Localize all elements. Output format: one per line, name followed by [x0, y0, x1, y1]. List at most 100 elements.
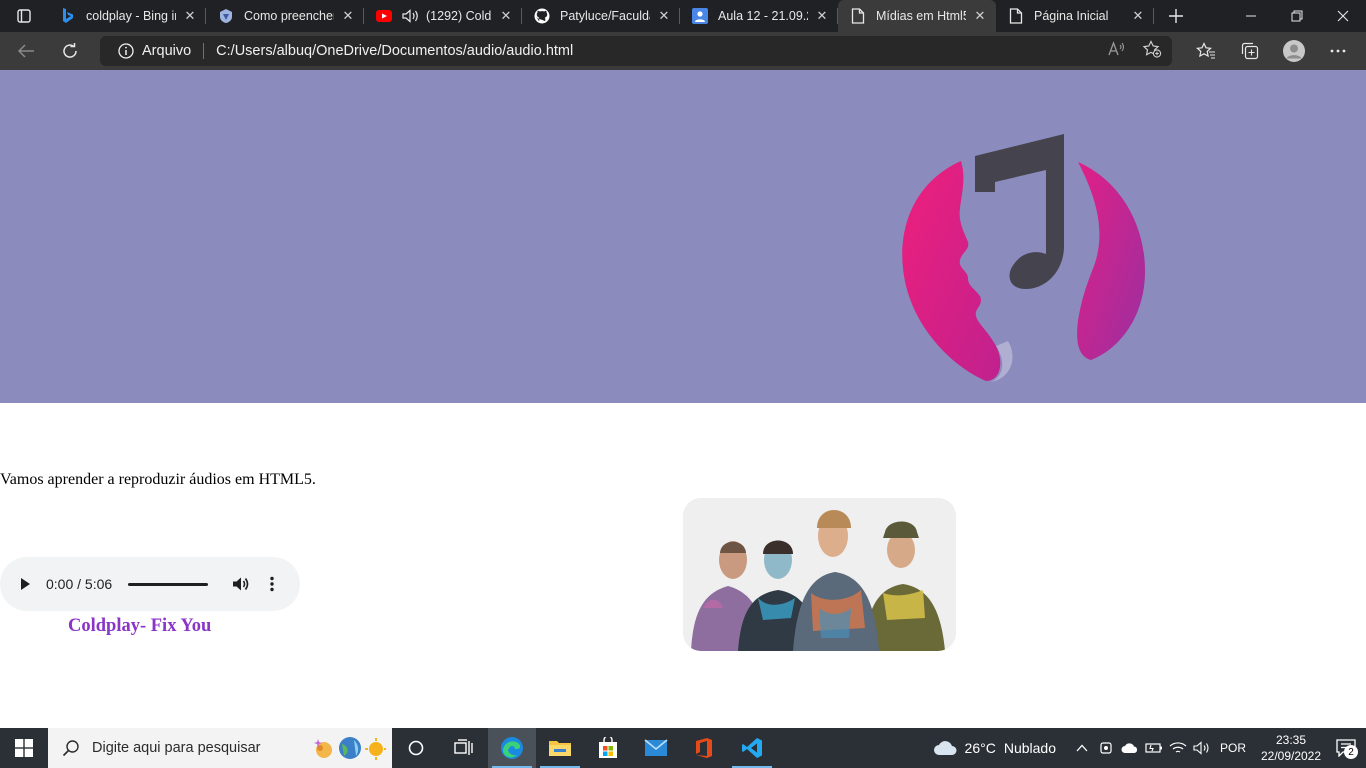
- song-title: Coldplay- Fix You: [68, 616, 212, 636]
- edge-icon: [501, 737, 523, 759]
- audio-time: 0:00 / 5:06: [46, 576, 113, 592]
- weather-temperature: 26°C: [964, 740, 996, 756]
- close-icon: [1337, 10, 1349, 22]
- info-icon: [118, 43, 134, 59]
- browser-tab-active[interactable]: Mídias em Html5 ✕: [838, 0, 996, 32]
- app-icon: [218, 8, 234, 24]
- audio-player: 0:00 / 5:06: [0, 557, 300, 611]
- collections-icon: [1241, 42, 1259, 60]
- browser-tab[interactable]: Patyluce/Faculdade ✕: [522, 0, 680, 32]
- audio-seek-slider[interactable]: [128, 582, 209, 586]
- site-info-button[interactable]: Arquivo: [118, 43, 191, 59]
- minimize-button[interactable]: [1228, 0, 1274, 32]
- system-tray: 26°C Nublado POR 23:35 22/09/2022 2: [933, 728, 1366, 768]
- site-info-label: Arquivo: [142, 43, 192, 59]
- weather-widget[interactable]: 26°C Nublado: [933, 739, 1056, 757]
- close-window-button[interactable]: [1320, 0, 1366, 32]
- search-highlight-icon: [310, 736, 386, 760]
- close-tab-icon[interactable]: ✕: [972, 8, 988, 24]
- back-button[interactable]: [6, 35, 46, 67]
- more-dots-icon: [1330, 49, 1346, 53]
- task-view-button[interactable]: [392, 728, 440, 768]
- notification-center-button[interactable]: 2: [1326, 728, 1366, 768]
- play-button[interactable]: [18, 577, 32, 591]
- clock-date: 22/09/2022: [1260, 749, 1322, 763]
- browser-tab[interactable]: (1292) Coldplay ✕: [364, 0, 522, 32]
- back-arrow-icon: [17, 44, 34, 58]
- browser-tab[interactable]: coldplay - Bing images ✕: [48, 0, 206, 32]
- office-button[interactable]: [680, 728, 728, 768]
- classroom-icon: [692, 8, 708, 24]
- web-page: Vamos aprender a reproduzir áudios em HT…: [0, 70, 1366, 728]
- tab-title: Página Inicial: [1034, 9, 1109, 23]
- notification-count-badge: 2: [1344, 745, 1358, 759]
- tab-title: (1292) Coldplay: [426, 9, 492, 23]
- plus-icon: [1169, 9, 1183, 23]
- tab-actions-button[interactable]: [0, 0, 48, 32]
- new-tab-button[interactable]: [1158, 0, 1194, 32]
- avatar-icon: [1283, 40, 1305, 62]
- tab-title: coldplay - Bing images: [86, 9, 176, 23]
- favorites-button[interactable]: [1184, 35, 1228, 67]
- browser-toolbar: Arquivo C:/Users/albuq/OneDrive/Document…: [0, 32, 1366, 70]
- volume-button[interactable]: [232, 576, 250, 592]
- mail-button[interactable]: [632, 728, 680, 768]
- close-tab-icon[interactable]: ✕: [656, 8, 672, 24]
- browser-tab[interactable]: Aula 12 - 21.09.22 ✕: [680, 0, 838, 32]
- url-text[interactable]: C:/Users/albuq/OneDrive/Documentos/audio…: [216, 43, 573, 59]
- player-options-button[interactable]: [270, 576, 274, 592]
- favorites-icon: [1196, 42, 1215, 59]
- window-controls: [1228, 0, 1366, 32]
- store-button[interactable]: [584, 728, 632, 768]
- refresh-icon: [63, 43, 77, 58]
- cloud-icon: [933, 741, 957, 755]
- browser-tab[interactable]: Página Inicial ✕: [996, 0, 1154, 32]
- play-icon: [21, 578, 30, 590]
- restore-button[interactable]: [1274, 0, 1320, 32]
- more-vertical-icon: [270, 576, 274, 592]
- band-photo: [683, 498, 956, 651]
- input-language[interactable]: POR: [1220, 741, 1246, 755]
- read-aloud-icon[interactable]: [1108, 41, 1126, 61]
- file-explorer-button[interactable]: [536, 728, 584, 768]
- page-icon: [850, 8, 866, 24]
- close-tab-icon[interactable]: ✕: [182, 8, 198, 24]
- task-view-icon: [454, 739, 473, 755]
- onedrive-icon[interactable]: [1118, 728, 1142, 768]
- refresh-button[interactable]: [50, 35, 90, 67]
- close-tab-icon[interactable]: ✕: [1130, 8, 1146, 24]
- start-button[interactable]: [0, 728, 48, 768]
- taskbar-search-box[interactable]: Digite aqui para pesquisar: [48, 728, 392, 768]
- show-hidden-icons-button[interactable]: [1070, 728, 1094, 768]
- collections-button[interactable]: [1228, 35, 1272, 67]
- taskbar-clock[interactable]: 23:35 22/09/2022: [1256, 732, 1326, 764]
- youtube-icon: [376, 8, 392, 24]
- tab-title: Aula 12 - 21.09.22: [718, 9, 808, 23]
- windows-logo-icon: [15, 739, 33, 757]
- close-tab-icon[interactable]: ✕: [814, 8, 830, 24]
- profile-button[interactable]: [1272, 35, 1316, 67]
- vscode-icon: [742, 738, 762, 758]
- edge-taskbar-button[interactable]: [488, 728, 536, 768]
- tab-title: Patyluce/Faculdade: [560, 9, 650, 23]
- restore-icon: [1291, 10, 1303, 22]
- browser-tab-bar: coldplay - Bing images ✕ Como preencher …: [0, 0, 1366, 32]
- tab-title: Mídias em Html5: [876, 9, 966, 23]
- search-icon: [62, 740, 79, 757]
- browser-tab[interactable]: Como preencher ✕: [206, 0, 364, 32]
- task-view-button[interactable]: [440, 728, 488, 768]
- battery-icon[interactable]: [1142, 728, 1166, 768]
- intro-text: Vamos aprender a reproduzir áudios em HT…: [0, 471, 316, 488]
- close-tab-icon[interactable]: ✕: [498, 8, 514, 24]
- volume-tray-icon[interactable]: [1190, 728, 1214, 768]
- settings-more-button[interactable]: [1316, 35, 1360, 67]
- address-bar[interactable]: Arquivo C:/Users/albuq/OneDrive/Document…: [100, 36, 1172, 66]
- add-favorite-icon[interactable]: [1142, 40, 1162, 62]
- close-tab-icon[interactable]: ✕: [340, 8, 356, 24]
- vscode-button[interactable]: [728, 728, 776, 768]
- toolbar-actions: [1184, 35, 1360, 67]
- clock-time: 23:35: [1275, 733, 1307, 747]
- speaker-icon[interactable]: [402, 9, 420, 23]
- wifi-icon[interactable]: [1166, 728, 1190, 768]
- tray-device-icon[interactable]: [1094, 728, 1118, 768]
